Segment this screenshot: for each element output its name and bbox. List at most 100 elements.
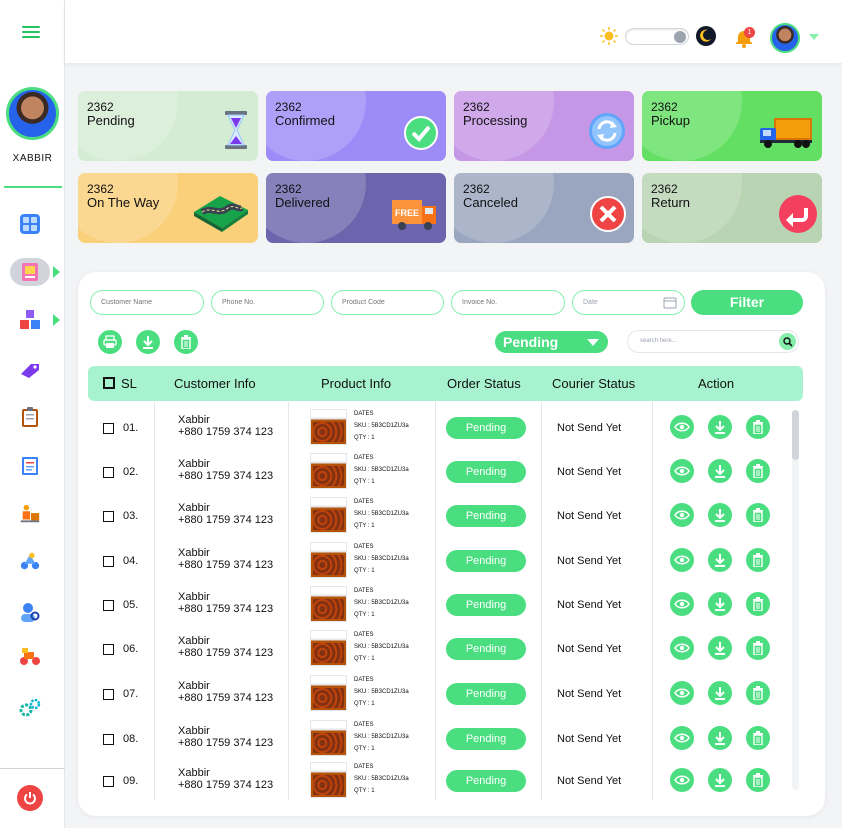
download-icon[interactable] xyxy=(708,726,732,750)
customer-name-field[interactable] xyxy=(90,290,204,315)
settings-icon[interactable] xyxy=(19,697,41,719)
profile-avatar[interactable] xyxy=(6,87,59,140)
invoice-field[interactable] xyxy=(451,290,565,315)
print-icon[interactable] xyxy=(98,330,122,354)
status-card-pickup[interactable]: 2362 Pickup xyxy=(642,91,822,161)
trash-icon[interactable] xyxy=(746,459,770,483)
menu-icon[interactable] xyxy=(22,26,40,40)
view-icon[interactable] xyxy=(670,768,694,792)
status-card-processing[interactable]: 2362 Processing xyxy=(454,91,634,161)
trash-icon[interactable] xyxy=(746,415,770,439)
download-icon[interactable] xyxy=(708,681,732,705)
product-qty: QTY : 1 xyxy=(354,788,375,794)
product-image xyxy=(310,720,347,756)
order-status-badge[interactable]: Pending xyxy=(446,550,526,572)
row-sl: 06. xyxy=(123,643,139,655)
order-status-badge[interactable]: Pending xyxy=(446,638,526,660)
download-icon[interactable] xyxy=(136,330,160,354)
order-status-badge[interactable]: Pending xyxy=(446,461,526,483)
view-icon[interactable] xyxy=(670,681,694,705)
order-status-badge[interactable]: Pending xyxy=(446,505,526,527)
order-status-badge[interactable]: Pending xyxy=(446,770,526,792)
order-status-badge[interactable]: Pending xyxy=(446,594,526,616)
trash-icon[interactable] xyxy=(746,768,770,792)
download-icon[interactable] xyxy=(708,415,732,439)
report-icon[interactable] xyxy=(19,455,41,477)
calendar-icon[interactable] xyxy=(663,296,677,319)
status-card-delivered[interactable]: 2362 Delivered FREE xyxy=(266,173,446,243)
download-icon[interactable] xyxy=(708,768,732,792)
dashboard-icon[interactable] xyxy=(19,213,41,235)
download-icon[interactable] xyxy=(708,636,732,660)
row-checkbox[interactable] xyxy=(103,556,114,567)
scrollbar-thumb[interactable] xyxy=(792,410,799,460)
clipboard-icon[interactable] xyxy=(19,406,41,428)
date-field[interactable]: Date xyxy=(572,290,685,315)
order-status-badge[interactable]: Pending xyxy=(446,683,526,705)
status-card-canceled[interactable]: 2362 Canceled xyxy=(454,173,634,243)
row-checkbox[interactable] xyxy=(103,734,114,745)
search-icon[interactable] xyxy=(779,333,796,350)
trash-icon[interactable] xyxy=(746,503,770,527)
motorbike-icon[interactable] xyxy=(19,645,41,667)
view-icon[interactable] xyxy=(670,636,694,660)
status-card-on-the-way[interactable]: 2362 On The Way xyxy=(78,173,258,243)
product-image xyxy=(310,675,347,711)
trash-icon[interactable] xyxy=(746,726,770,750)
trash-icon[interactable] xyxy=(174,330,198,354)
download-icon[interactable] xyxy=(708,503,732,527)
row-checkbox[interactable] xyxy=(103,511,114,522)
status-card-confirmed[interactable]: 2362 Confirmed xyxy=(266,91,446,161)
view-icon[interactable] xyxy=(670,503,694,527)
customer-phone: +880 1759 374 123 xyxy=(178,779,274,791)
row-checkbox[interactable] xyxy=(103,467,114,478)
moon-icon xyxy=(696,26,716,46)
view-icon[interactable] xyxy=(670,548,694,572)
view-icon[interactable] xyxy=(670,726,694,750)
theme-toggle[interactable] xyxy=(625,28,689,45)
tag-icon[interactable] xyxy=(19,359,41,381)
trash-icon[interactable] xyxy=(746,681,770,705)
courier-icon[interactable] xyxy=(19,550,41,572)
delivery-man-icon[interactable] xyxy=(19,503,41,525)
view-icon[interactable] xyxy=(670,592,694,616)
power-icon[interactable] xyxy=(17,785,43,811)
orders-expand-icon[interactable] xyxy=(53,266,60,278)
product-code-field[interactable] xyxy=(331,290,444,315)
orders-icon[interactable] xyxy=(10,258,50,286)
trash-icon[interactable] xyxy=(746,636,770,660)
trash-icon[interactable] xyxy=(746,592,770,616)
phone-field[interactable] xyxy=(211,290,324,315)
card-count: 2362 xyxy=(87,100,114,114)
filter-button[interactable]: Filter xyxy=(691,290,803,315)
select-all-checkbox[interactable] xyxy=(103,377,115,389)
customer-name: Xabbir xyxy=(178,458,210,470)
row-checkbox[interactable] xyxy=(103,644,114,655)
order-status-badge[interactable]: Pending xyxy=(446,417,526,439)
courier-status: Not Send Yet xyxy=(557,599,622,611)
trash-icon[interactable] xyxy=(746,548,770,572)
row-checkbox[interactable] xyxy=(103,423,114,434)
download-icon[interactable] xyxy=(708,548,732,572)
chevron-down-icon[interactable] xyxy=(809,34,819,40)
download-icon[interactable] xyxy=(708,592,732,616)
view-icon[interactable] xyxy=(670,459,694,483)
products-expand-icon[interactable] xyxy=(53,314,60,326)
download-icon[interactable] xyxy=(708,459,732,483)
view-icon[interactable] xyxy=(670,415,694,439)
header-avatar[interactable] xyxy=(770,23,800,53)
check-circle-icon xyxy=(404,116,438,155)
products-icon[interactable] xyxy=(19,309,41,331)
row-checkbox[interactable] xyxy=(103,689,114,700)
order-status-badge[interactable]: Pending xyxy=(446,728,526,750)
search-placeholder: search here... xyxy=(640,338,677,344)
table-scrollbar[interactable] xyxy=(792,410,799,790)
customer-name: Xabbir xyxy=(178,502,210,514)
row-checkbox[interactable] xyxy=(103,600,114,611)
status-select[interactable]: Pending xyxy=(495,331,608,353)
row-checkbox[interactable] xyxy=(103,776,114,787)
status-card-return[interactable]: 2362 Return xyxy=(642,173,822,243)
status-card-pending[interactable]: 2362 Pending xyxy=(78,91,258,161)
search-input[interactable]: search here... xyxy=(627,330,799,353)
user-search-icon[interactable] xyxy=(19,601,41,623)
